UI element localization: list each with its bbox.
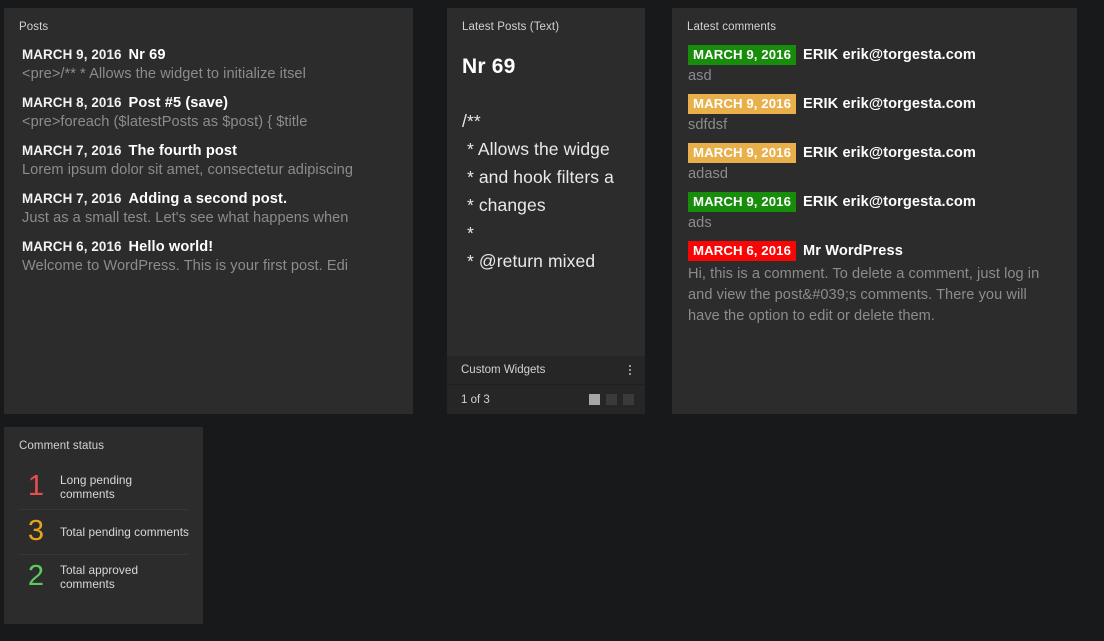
post-excerpt: Lorem ipsum dolor sit amet, consectetur … — [22, 162, 354, 178]
pager-counter: 1 of 3 — [461, 393, 490, 406]
comment-status-row[interactable]: 2 Total approved comments — [18, 555, 189, 599]
comments-list: MARCH 9, 2016 ERIK erik@torgesta.com asd MA… — [672, 33, 1077, 334]
comment-status-label: Total approved comments — [60, 562, 139, 591]
comment-status-count: 1 — [27, 470, 45, 502]
comment-text: sdfdsf — [688, 117, 728, 133]
comment-item[interactable]: MARCH 9, 2016 ERIK erik@torgesta.com — [672, 189, 1077, 212]
post-date: MARCH 6, 2016 — [22, 239, 122, 254]
comment-status-label: Total pending comments — [60, 524, 189, 539]
post-title[interactable]: Hello world! — [129, 239, 214, 255]
post-item[interactable]: MARCH 7, 2016 The fourth post — [4, 139, 413, 161]
latest-posts-text-body: Nr 69 /** * Allows the widge * and hook … — [447, 33, 645, 381]
comment-status-row[interactable]: 1 Long pending comments — [18, 465, 189, 510]
latest-posts-text-title: Latest Posts (Text) — [462, 21, 560, 33]
posts-list: MARCH 9, 2016 Nr 69 <pre>/** * Allows the … — [4, 33, 413, 283]
post-item[interactable]: MARCH 9, 2016 Nr 69 — [4, 43, 413, 65]
pager-dot[interactable] — [589, 394, 600, 405]
custom-widgets-header: Custom Widgets — [447, 356, 645, 384]
post-date: MARCH 8, 2016 — [22, 95, 122, 110]
comment-status-badge: MARCH 9, 2016 — [688, 45, 797, 65]
comment-text: adasd — [688, 166, 729, 182]
dashboard-root: Posts MARCH 9, 2016 Nr 69 <pre>/** * Allow… — [0, 0, 1104, 641]
post-title[interactable]: Post #5 (save) — [129, 95, 229, 111]
comment-status-title: Comment status — [19, 440, 105, 452]
comment-status-badge: MARCH 6, 2016 — [688, 241, 797, 261]
comment-status-badge: MARCH 9, 2016 — [688, 192, 797, 212]
comment-text: ads — [688, 215, 712, 231]
custom-widgets-pager: 1 of 3 — [447, 384, 645, 414]
comment-text: asd — [688, 68, 712, 84]
post-date: MARCH 9, 2016 — [22, 47, 122, 62]
comment-item[interactable]: MARCH 9, 2016 ERIK erik@torgesta.com — [672, 140, 1077, 163]
comment-author[interactable]: ERIK erik@torgesta.com — [803, 47, 976, 63]
comment-status-count: 3 — [27, 515, 45, 547]
post-title[interactable]: Adding a second post. — [129, 191, 288, 207]
comment-status-row[interactable]: 3 Total pending comments — [18, 510, 189, 555]
comment-item[interactable]: MARCH 9, 2016 ERIK erik@torgesta.com — [672, 91, 1077, 114]
comment-item[interactable]: MARCH 9, 2016 ERIK erik@torgesta.com — [672, 42, 1077, 65]
post-excerpt: Just as a small test. Let's see what hap… — [22, 210, 349, 226]
post-date: MARCH 7, 2016 — [22, 143, 122, 158]
comment-author[interactable]: ERIK erik@torgesta.com — [803, 96, 976, 112]
posts-widget: Posts MARCH 9, 2016 Nr 69 <pre>/** * Allow… — [4, 8, 413, 414]
comment-status-label: Long pending comments — [60, 472, 133, 501]
pager-dots[interactable] — [589, 394, 634, 405]
comment-status-count: 2 — [27, 560, 45, 592]
comment-text: Hi, this is a comment. To delete a comme… — [688, 266, 1040, 325]
post-item[interactable]: MARCH 6, 2016 Hello world! — [4, 235, 413, 257]
latest-posts-text-widget: Latest Posts (Text) Nr 69 /** * Allows t… — [447, 8, 645, 414]
post-excerpt: <pre>foreach ($latestPosts as $post) { $… — [22, 114, 308, 130]
post-excerpt: <pre>/** * Allows the widget to initiali… — [22, 66, 306, 82]
comment-status-badge: MARCH 9, 2016 — [688, 94, 797, 114]
pager-dot[interactable] — [623, 394, 634, 405]
comment-status-badge: MARCH 9, 2016 — [688, 143, 797, 163]
comment-item[interactable]: MARCH 6, 2016 Mr WordPress — [672, 238, 1077, 261]
comment-author[interactable]: ERIK erik@torgesta.com — [803, 194, 976, 210]
post-title[interactable]: The fourth post — [129, 143, 238, 159]
latest-comments-title: Latest comments — [687, 21, 777, 33]
kebab-menu-icon[interactable] — [625, 362, 635, 378]
comment-status-widget: Comment status 1 Long pending comments 3 To… — [4, 427, 203, 624]
latest-comments-widget: Latest comments MARCH 9, 2016 ERIK erik@t… — [672, 8, 1077, 414]
comment-author[interactable]: Mr WordPress — [803, 243, 903, 259]
post-title[interactable]: Nr 69 — [129, 47, 166, 63]
post-excerpt: Welcome to WordPress. This is your first… — [22, 258, 349, 274]
latest-post-heading: Nr 69 — [462, 55, 516, 78]
latest-post-code-block: /** * Allows the widge * and hook filter… — [462, 111, 614, 271]
post-item[interactable]: MARCH 8, 2016 Post #5 (save) — [4, 91, 413, 113]
custom-widgets-label: Custom Widgets — [461, 364, 546, 376]
comment-status-list: 1 Long pending comments 3 Total pending com… — [4, 452, 203, 599]
post-date: MARCH 7, 2016 — [22, 191, 122, 206]
comment-author[interactable]: ERIK erik@torgesta.com — [803, 145, 976, 161]
posts-widget-title: Posts — [19, 21, 49, 33]
pager-dot[interactable] — [606, 394, 617, 405]
post-item[interactable]: MARCH 7, 2016 Adding a second post. — [4, 187, 413, 209]
